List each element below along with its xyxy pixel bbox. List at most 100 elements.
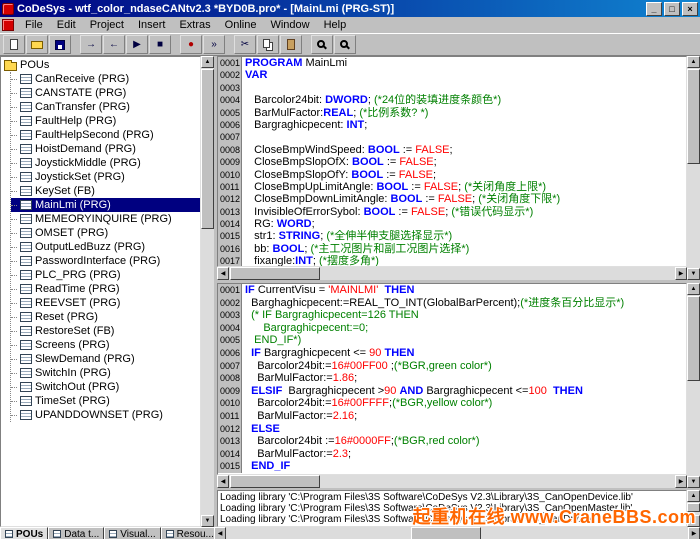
code-line[interactable]: 0015 str1: STRING; (*全伸半伸支腿选择显示*) [218, 230, 686, 242]
pou-item[interactable]: Reset (PRG) [11, 310, 200, 324]
code-line[interactable]: 0012 CloseBmpDownLimitAngle: BOOL := FAL… [218, 193, 686, 205]
pou-tree-scrollbar[interactable]: ▲▼ [201, 56, 214, 527]
pou-item[interactable]: JoystickSet (PRG) [11, 170, 200, 184]
code-line[interactable]: 0007 Barcolor24bit:=16#00FF00 ;(*BGR,gre… [218, 360, 686, 373]
step-over-button[interactable]: » [203, 35, 225, 54]
pou-item[interactable]: TimeSet (PRG) [11, 394, 200, 408]
pou-item[interactable]: Screens (PRG) [11, 338, 200, 352]
code-line[interactable]: 0007 [218, 131, 686, 143]
code-line[interactable]: 0004 Bargraghicpecent:=0; [218, 322, 686, 335]
minimize-button[interactable]: _ [646, 2, 662, 16]
code-line[interactable]: 0003 [218, 82, 686, 94]
pou-item[interactable]: MainLmi (PRG) [11, 198, 200, 212]
scroll-thumb[interactable] [687, 296, 700, 381]
pou-root[interactable]: POUs [1, 58, 200, 72]
scroll-track[interactable] [229, 475, 675, 488]
declaration-hscrollbar[interactable]: ◀▶ [217, 267, 687, 280]
menu-window[interactable]: Window [263, 18, 316, 32]
scroll-down-button[interactable]: ▼ [687, 476, 700, 488]
code-line[interactable]: 0012 ELSE [218, 423, 686, 436]
pou-item[interactable]: CanReceive (PRG) [11, 72, 200, 86]
pou-item[interactable]: CanTransfer (PRG) [11, 100, 200, 114]
save-button[interactable] [49, 35, 71, 54]
tab-datat[interactable]: Data t... [48, 527, 104, 539]
code-line[interactable]: 0002 Barghaghicpecent:=REAL_TO_INT(Globa… [218, 297, 686, 310]
scroll-left-button[interactable]: ◀ [217, 267, 229, 280]
code-line[interactable]: 0013 Barcolor24bit :=16#0000FF;(*BGR,red… [218, 435, 686, 448]
scroll-left-button[interactable]: ◀ [217, 475, 229, 488]
cut-button[interactable]: ✂ [234, 35, 256, 54]
pou-item[interactable]: SwitchIn (PRG) [11, 366, 200, 380]
project-icon[interactable] [2, 19, 14, 31]
pou-item[interactable]: OMSET (PRG) [11, 226, 200, 240]
menu-file[interactable]: File [18, 18, 50, 32]
scroll-down-button[interactable]: ▼ [687, 268, 700, 280]
code-line[interactable]: 0003 (* IF Bargraghicpecent=126 THEN [218, 309, 686, 322]
log-line[interactable]: Loading library 'C:\Program Files\3S Sof… [220, 492, 684, 503]
open-button[interactable] [26, 35, 48, 54]
login-button[interactable]: → [80, 35, 102, 54]
pou-item[interactable]: JoystickMiddle (PRG) [11, 156, 200, 170]
code-line[interactable]: 0017 fixangle:INT; (*摆度多角*) [218, 255, 686, 267]
menu-project[interactable]: Project [83, 18, 131, 32]
logout-button[interactable]: ← [103, 35, 125, 54]
scroll-up-button[interactable]: ▲ [687, 283, 700, 295]
pou-item[interactable]: PLC_PRG (PRG) [11, 268, 200, 282]
code-line[interactable]: 0008 CloseBmpWindSpeed: BOOL := FALSE; [218, 144, 686, 156]
pou-item[interactable]: UPANDDOWNSET (PRG) [11, 408, 200, 422]
pou-item[interactable]: HoistDemand (PRG) [11, 142, 200, 156]
code-line[interactable]: 0015 END_IF [218, 460, 686, 473]
code-line[interactable]: 0009 CloseBmpSlopOfX: BOOL := FALSE; [218, 156, 686, 168]
copy-button[interactable] [257, 35, 279, 54]
code-line[interactable]: 0002VAR [218, 69, 686, 81]
code-vscrollbar[interactable]: ▲▼ [687, 283, 700, 488]
global-find-button[interactable] [334, 35, 356, 54]
code-line[interactable]: 0006 IF Bargraghicpecent <= 90 THEN [218, 347, 686, 360]
menu-insert[interactable]: Insert [131, 18, 173, 32]
scroll-right-button[interactable]: ▶ [675, 267, 687, 280]
new-button[interactable] [3, 35, 25, 54]
code-line[interactable]: 0005 END_IF*) [218, 334, 686, 347]
code-line[interactable]: 0010 CloseBmpSlopOfY: BOOL := FALSE; [218, 169, 686, 181]
pou-item[interactable]: FaultHelpSecond (PRG) [11, 128, 200, 142]
menu-edit[interactable]: Edit [50, 18, 83, 32]
code-line[interactable]: 0006 Bargraghicpecent: INT; [218, 119, 686, 131]
pou-item[interactable]: KeySet (FB) [11, 184, 200, 198]
pou-item[interactable]: CANSTATE (PRG) [11, 86, 200, 100]
code-line[interactable]: 0013 InvisibleOfErrorSybol: BOOL := FALS… [218, 206, 686, 218]
code-line[interactable]: 0014 BarMulFactor:=2.3; [218, 448, 686, 461]
code-line[interactable]: 0010 Barcolor24bit:=16#00FFFF;(*BGR,yell… [218, 397, 686, 410]
pou-item[interactable]: RestoreSet (FB) [11, 324, 200, 338]
declaration-editor[interactable]: 0001PROGRAM MainLmi0002VAR00030004 Barco… [217, 56, 687, 267]
scroll-thumb[interactable] [201, 69, 214, 229]
run-button[interactable]: ▶ [126, 35, 148, 54]
code-line[interactable]: 0005 BarMulFactor:REAL; (*比例系数? *) [218, 107, 686, 119]
pou-item[interactable]: OutputLedBuzz (PRG) [11, 240, 200, 254]
scroll-track[interactable] [229, 267, 675, 280]
scroll-thumb[interactable] [230, 475, 320, 488]
code-line[interactable]: 0004 Barcolor24bit: DWORD; (*24位的装填进度条颜色… [218, 94, 686, 106]
code-line[interactable]: 0008 BarMulFactor:=1.86; [218, 372, 686, 385]
stop-button[interactable]: ■ [149, 35, 171, 54]
declaration-vscrollbar[interactable]: ▲▼ [687, 56, 700, 280]
tab-visual[interactable]: Visual... [104, 527, 160, 539]
code-editor[interactable]: 0001IF CurrentVisu = 'MAINLMI' THEN0002 … [217, 283, 687, 475]
scroll-up-button[interactable]: ▲ [687, 490, 700, 502]
code-line[interactable]: 0001PROGRAM MainLmi [218, 57, 686, 69]
scroll-track[interactable] [687, 68, 700, 268]
pou-item[interactable]: ReadTime (PRG) [11, 282, 200, 296]
pou-item[interactable]: MEMEORYINQUIRE (PRG) [11, 212, 200, 226]
code-line[interactable]: 0001IF CurrentVisu = 'MAINLMI' THEN [218, 284, 686, 297]
scroll-track[interactable] [201, 68, 214, 515]
code-line[interactable]: 0011 BarMulFactor:=2.16; [218, 410, 686, 423]
tab-pous[interactable]: POUs [0, 527, 48, 539]
menu-online[interactable]: Online [218, 18, 264, 32]
tab-resou[interactable]: Resou... [161, 527, 219, 539]
scroll-thumb[interactable] [230, 267, 320, 280]
code-hscrollbar[interactable]: ◀▶ [217, 475, 687, 488]
pou-item[interactable]: SlewDemand (PRG) [11, 352, 200, 366]
close-button[interactable]: × [682, 2, 698, 16]
code-line[interactable]: 0016 bb: BOOL; (*主工况图片和副工况图片选择*) [218, 243, 686, 255]
code-line[interactable]: 0009 ELSIF Bargraghicpecent >90 AND Barg… [218, 385, 686, 398]
code-line[interactable]: 0014 RG: WORD; [218, 218, 686, 230]
